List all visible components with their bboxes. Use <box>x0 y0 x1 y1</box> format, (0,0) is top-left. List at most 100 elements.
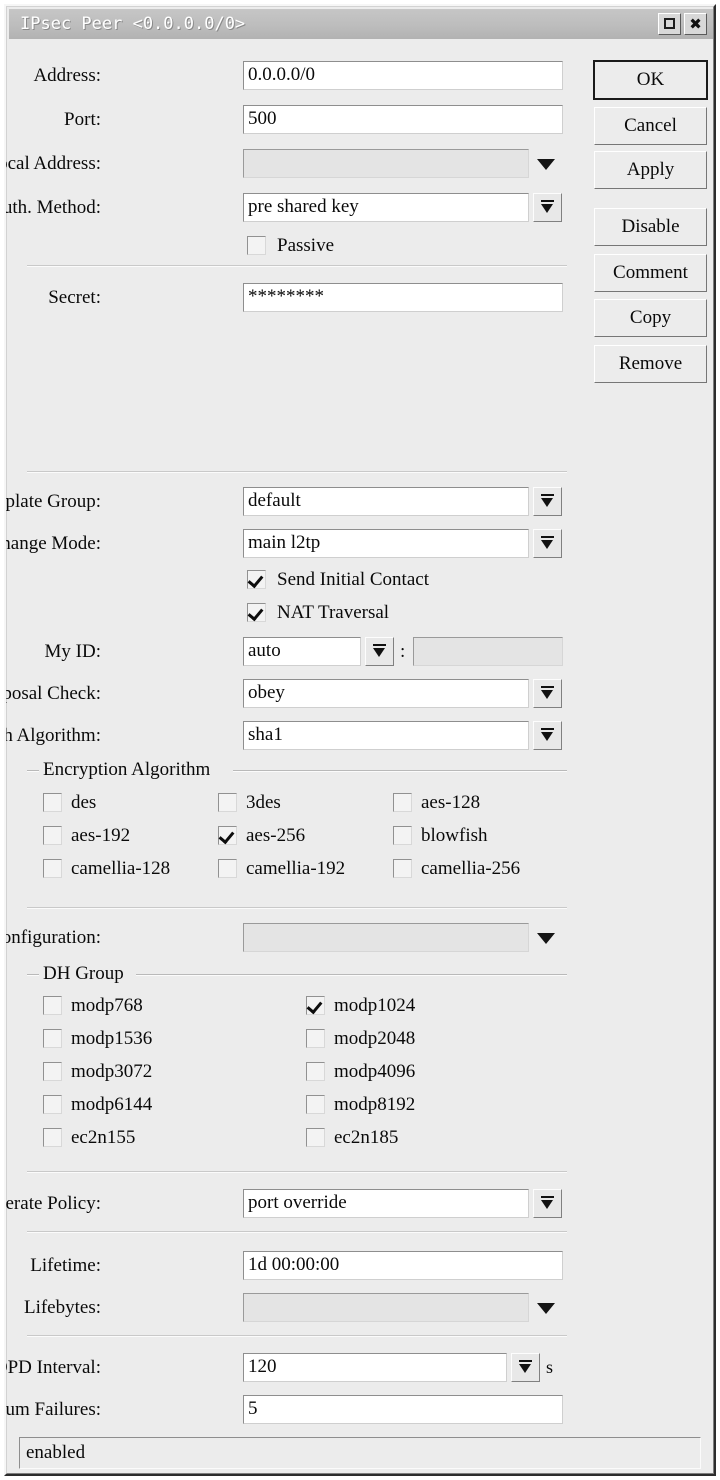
send-initial-contact-checkbox[interactable] <box>247 570 266 589</box>
my-id-separator: : <box>400 641 406 662</box>
dh-checkbox-modp6144[interactable] <box>43 1095 62 1114</box>
enc-label-blowfish: blowfish <box>421 825 488 846</box>
enc-label-3des: 3des <box>246 792 281 813</box>
hash-algorithm-label: Hash Algorithm: <box>4 725 101 746</box>
window-title: IPsec Peer <0.0.0.0/0> <box>20 14 246 34</box>
disable-button[interactable]: Disable <box>594 208 707 246</box>
enc-label-aes-256: aes-256 <box>246 825 306 846</box>
enc-checkbox-blowfish[interactable] <box>393 826 412 845</box>
hash-algorithm-dropdown-icon[interactable] <box>533 721 562 750</box>
dh-checkbox-modp1536[interactable] <box>43 1029 62 1048</box>
dh-label-ec2n185: ec2n185 <box>334 1127 399 1148</box>
enc-checkbox-camellia-128[interactable] <box>43 859 62 878</box>
status-bar: enabled <box>19 1437 701 1469</box>
chevron-down-icon[interactable] <box>537 159 555 170</box>
enc-checkbox-aes-128[interactable] <box>393 793 412 812</box>
dh-label-modp3072: modp3072 <box>71 1061 153 1082</box>
encryption-group-line-left <box>27 770 39 772</box>
policy-template-group-input[interactable]: default <box>243 487 529 516</box>
ok-button[interactable]: OK <box>593 60 708 100</box>
send-initial-contact-label: Send Initial Contact <box>277 569 429 590</box>
lifebytes-label: Lifebytes: <box>23 1297 101 1318</box>
passive-checkbox[interactable] <box>247 236 266 255</box>
generate-policy-dropdown-icon[interactable] <box>533 1189 562 1218</box>
my-id-input[interactable]: auto <box>243 637 361 666</box>
local-address-input[interactable] <box>243 149 529 178</box>
dh-label-ec2n155: ec2n155 <box>71 1127 136 1148</box>
dpd-max-failures-input[interactable]: 5 <box>243 1395 563 1424</box>
enc-label-camellia-192: camellia-192 <box>246 858 346 879</box>
nat-traversal-label: NAT Traversal <box>277 602 390 623</box>
secret-input[interactable]: ******** <box>243 283 563 312</box>
exchange-mode-input[interactable]: main l2tp <box>243 529 529 558</box>
dpd-interval-input[interactable]: 120 <box>243 1353 507 1382</box>
title-bar[interactable]: IPsec Peer <0.0.0.0/0> ✖ <box>9 9 713 39</box>
port-input[interactable]: 500 <box>243 105 563 134</box>
dpd-interval-dropdown-icon[interactable] <box>511 1353 540 1382</box>
cancel-button[interactable]: Cancel <box>594 107 707 145</box>
enc-label-aes-128: aes-128 <box>421 792 481 813</box>
row-exchange-mode: Exchange Mode: main l2tp <box>6 529 569 559</box>
nat-traversal-checkbox[interactable] <box>247 603 266 622</box>
row-local-address: Local Address: <box>6 149 569 179</box>
enc-checkbox-camellia-256[interactable] <box>393 859 412 878</box>
row-policy-template-group: Policy Template Group: default <box>6 487 569 517</box>
lifetime-input[interactable]: 1d 00:00:00 <box>243 1251 563 1280</box>
dh-checkbox-modp8192[interactable] <box>306 1095 325 1114</box>
row-generate-policy: Generate Policy: port override <box>6 1189 569 1219</box>
row-lifetime: Lifetime: 1d 00:00:00 <box>9 1251 569 1281</box>
my-id-value-input[interactable] <box>413 637 563 666</box>
close-icon[interactable]: ✖ <box>684 13 707 35</box>
dh-checkbox-ec2n155[interactable] <box>43 1128 62 1147</box>
passive-label: Passive <box>277 235 334 256</box>
dh-label-modp2048: modp2048 <box>334 1028 416 1049</box>
auth-method-dropdown-icon[interactable] <box>533 193 562 222</box>
dh-label-modp1536: modp1536 <box>71 1028 153 1049</box>
dh-label-modp768: modp768 <box>71 995 143 1016</box>
mode-configuration-chevron-down-icon[interactable] <box>537 933 555 944</box>
generate-policy-input[interactable]: port override <box>243 1189 529 1218</box>
lifetime-label: Lifetime: <box>30 1255 101 1276</box>
mode-configuration-input[interactable] <box>243 923 529 952</box>
dh-checkbox-modp2048[interactable] <box>306 1029 325 1048</box>
dh-checkbox-modp1024[interactable] <box>306 996 325 1015</box>
exchange-mode-dropdown-icon[interactable] <box>533 529 562 558</box>
address-input[interactable]: 0.0.0.0/0 <box>243 61 563 90</box>
enc-checkbox-aes-256[interactable] <box>218 826 237 845</box>
enc-label-aes-192: aes-192 <box>71 825 131 846</box>
copy-button[interactable]: Copy <box>594 299 707 337</box>
restore-icon[interactable] <box>658 13 681 35</box>
dh-checkbox-modp4096[interactable] <box>306 1062 325 1081</box>
row-address: Address: 0.0.0.0/0 <box>9 61 569 91</box>
hash-algorithm-input[interactable]: sha1 <box>243 721 529 750</box>
lifebytes-input[interactable] <box>243 1293 529 1322</box>
dh-checkbox-modp3072[interactable] <box>43 1062 62 1081</box>
policy-template-group-dropdown-icon[interactable] <box>533 487 562 516</box>
dh-checkbox-ec2n185[interactable] <box>306 1128 325 1147</box>
enc-checkbox-aes-192[interactable] <box>43 826 62 845</box>
dh-group-legend: DH Group <box>43 963 124 984</box>
encryption-group-legend: Encryption Algorithm <box>43 759 211 780</box>
dh-label-modp8192: modp8192 <box>334 1094 416 1115</box>
comment-button[interactable]: Comment <box>594 254 707 292</box>
exchange-mode-label: Exchange Mode: <box>6 533 101 554</box>
window-inner-frame: IPsec Peer <0.0.0.0/0> ✖ Address: 0.0.0.… <box>6 6 714 1474</box>
apply-button[interactable]: Apply <box>594 151 707 189</box>
enc-checkbox-des[interactable] <box>43 793 62 812</box>
dh-checkbox-modp768[interactable] <box>43 996 62 1015</box>
proposal-check-input[interactable]: obey <box>243 679 529 708</box>
enc-checkbox-camellia-192[interactable] <box>218 859 237 878</box>
enc-checkbox-3des[interactable] <box>218 793 237 812</box>
separator-1 <box>27 265 567 267</box>
encryption-group-line-right <box>233 770 567 772</box>
row-dpd-interval: DPD Interval: 120 s <box>6 1353 569 1383</box>
row-hash-algorithm: Hash Algorithm: sha1 <box>6 721 569 751</box>
remove-button[interactable]: Remove <box>594 345 707 383</box>
title-bar-buttons: ✖ <box>658 13 707 35</box>
proposal-check-dropdown-icon[interactable] <box>533 679 562 708</box>
ipsec-peer-dialog: IPsec Peer <0.0.0.0/0> ✖ Address: 0.0.0.… <box>4 4 716 1476</box>
row-lifebytes: Lifebytes: <box>9 1293 569 1323</box>
my-id-dropdown-icon[interactable] <box>365 637 394 666</box>
lifebytes-chevron-down-icon[interactable] <box>537 1303 555 1314</box>
auth-method-input[interactable]: pre shared key <box>243 193 529 222</box>
